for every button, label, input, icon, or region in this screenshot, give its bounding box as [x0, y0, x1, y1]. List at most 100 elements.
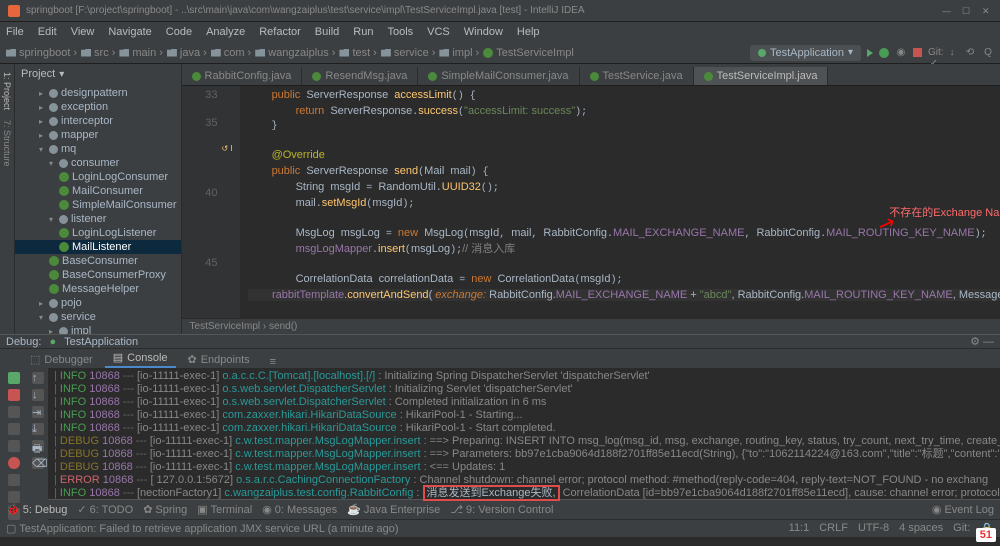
tree-item[interactable]: BaseConsumerProxy [15, 268, 181, 282]
status-git[interactable]: Git: [953, 522, 970, 535]
console-down-icon[interactable]: ↓ [32, 389, 44, 401]
breadcrumb-item[interactable]: test › [339, 47, 376, 59]
close-button[interactable]: ✕ [982, 6, 992, 16]
console-pause-icon[interactable] [8, 406, 20, 418]
breadcrumb-item[interactable]: impl › [439, 47, 479, 59]
tree-item[interactable]: ▾listener [15, 212, 181, 226]
tab-console[interactable]: ▤ Console [105, 349, 176, 368]
menu-view[interactable]: View [71, 26, 95, 38]
settings-icon[interactable]: ⚙ — [970, 335, 994, 348]
console-bp-icon[interactable] [8, 457, 20, 469]
tree-item[interactable]: BaseConsumer [15, 254, 181, 268]
bottom-tab-spring[interactable]: ✿ Spring [143, 503, 187, 516]
editor-tab-active[interactable]: TestServiceImpl.java [694, 67, 829, 85]
menu-edit[interactable]: Edit [38, 26, 57, 38]
console-mute-icon[interactable] [8, 440, 20, 452]
tree-item[interactable]: MailConsumer [15, 184, 181, 198]
tab-endpoints[interactable]: ✿ Endpoints [180, 351, 258, 368]
bottom-tab-vcs[interactable]: ⎇ 9: Version Control [450, 503, 553, 516]
tree-item[interactable]: ▾mq [15, 142, 181, 156]
console-camera-icon[interactable] [8, 474, 20, 486]
bottom-tab-javaent[interactable]: ☕ Java Enterprise [347, 503, 440, 516]
editor-breadcrumb[interactable]: TestServiceImpl › send() [182, 318, 1000, 334]
menu-build[interactable]: Build [315, 26, 339, 38]
console-scroll-icon[interactable]: ⤓ [32, 423, 44, 435]
package-icon [49, 131, 58, 140]
tree-item[interactable]: ▸interceptor [15, 114, 181, 128]
package-icon [49, 145, 58, 154]
maximize-button[interactable]: ☐ [962, 6, 972, 16]
console-print-icon[interactable]: 🖶 [32, 440, 44, 452]
tree-item[interactable]: MessageHelper [15, 282, 181, 296]
history-icon[interactable]: ⟲ [964, 47, 976, 59]
menu-tools[interactable]: Tools [387, 26, 413, 38]
tree-item[interactable]: ▸designpattern [15, 86, 181, 100]
menu-help[interactable]: Help [517, 26, 540, 38]
tree-item[interactable]: ▾consumer [15, 156, 181, 170]
status-crlf[interactable]: CRLF [819, 522, 848, 535]
menu-file[interactable]: File [6, 26, 24, 38]
menu-window[interactable]: Window [464, 26, 503, 38]
console-wrap-icon[interactable]: ⇥ [32, 406, 44, 418]
tree-item[interactable]: ▸pojo [15, 296, 181, 310]
bottom-tab-eventlog[interactable]: ◉ Event Log [932, 503, 994, 516]
console-rerun-icon[interactable] [8, 372, 20, 384]
debug-run-icon[interactable] [879, 48, 889, 58]
console-stop-icon[interactable] [8, 389, 20, 401]
menu-analyze[interactable]: Analyze [206, 26, 245, 38]
tree-item[interactable]: ▾service [15, 310, 181, 324]
breadcrumb: springboot › src › main › java › com › w… [6, 47, 574, 59]
bottom-tab-messages[interactable]: ◉ 0: Messages [262, 503, 337, 516]
git-icon[interactable]: Git: ✓ [928, 47, 940, 59]
project-tree[interactable]: ▸designpattern ▸exception ▸interceptor ▸… [15, 84, 181, 334]
menu-run[interactable]: Run [353, 26, 373, 38]
editor-tab[interactable]: RabbitConfig.java [182, 67, 303, 85]
console-step-icon[interactable] [8, 423, 20, 435]
tree-item[interactable]: SimpleMailConsumer [15, 198, 181, 212]
bottom-tab-debug[interactable]: 🐞 5: Debug [6, 503, 67, 516]
console-clear-icon[interactable]: ⌫ [32, 457, 44, 469]
update-icon[interactable]: ↓ [946, 47, 958, 59]
sidebar-project[interactable]: 1: Project [0, 68, 14, 114]
console-layout-icon[interactable] [8, 491, 20, 503]
status-indent[interactable]: 4 spaces [899, 522, 943, 535]
tree-item[interactable]: ▸exception [15, 100, 181, 114]
breadcrumb-item[interactable]: springboot › [6, 47, 77, 59]
menu-refactor[interactable]: Refactor [259, 26, 301, 38]
menu-code[interactable]: Code [166, 26, 192, 38]
tree-item[interactable]: LoginLogConsumer [15, 170, 181, 184]
run-icon[interactable] [867, 49, 873, 57]
breadcrumb-item[interactable]: service › [381, 47, 436, 59]
console-up-icon[interactable]: ↑ [32, 372, 44, 384]
tree-item[interactable]: ▸mapper [15, 128, 181, 142]
breadcrumb-item[interactable]: TestServiceImpl [483, 47, 574, 59]
tree-item[interactable]: LoginLogListener [15, 226, 181, 240]
status-message: TestApplication: Failed to retrieve appl… [19, 523, 398, 535]
tab-debugger[interactable]: ⬚ Debugger [22, 351, 101, 368]
editor-tab[interactable]: ResendMsg.java [302, 67, 418, 85]
console-output[interactable]: | INFO 10868 --- [io-11111-exec-1] o.a.c… [48, 368, 1000, 520]
editor-tab[interactable]: TestService.java [580, 67, 694, 85]
breadcrumb-item[interactable]: java › [167, 47, 207, 59]
status-encoding[interactable]: UTF-8 [858, 522, 889, 535]
status-position[interactable]: 11:1 [789, 522, 810, 535]
breadcrumb-item[interactable]: main › [119, 47, 163, 59]
bottom-tab-terminal[interactable]: ▣ Terminal [197, 503, 252, 516]
breadcrumb-item[interactable]: src › [81, 47, 115, 59]
run-configuration[interactable]: TestApplication ▾ [750, 45, 861, 61]
class-icon [59, 228, 69, 238]
breadcrumb-item[interactable]: wangzaiplus › [255, 47, 335, 59]
sidebar-structure[interactable]: 7: Structure [0, 116, 14, 171]
code-editor[interactable]: 33 35 40 45 ↺ I public ServerResponse ac… [182, 86, 1000, 318]
stop-icon[interactable] [913, 48, 922, 57]
search-icon[interactable]: Q [982, 47, 994, 59]
menu-navigate[interactable]: Navigate [108, 26, 151, 38]
tree-item-selected[interactable]: MailListener [15, 240, 181, 254]
bottom-tab-todo[interactable]: ✓ 6: TODO [77, 503, 133, 516]
breadcrumb-item[interactable]: com › [211, 47, 251, 59]
menu-vcs[interactable]: VCS [427, 26, 450, 38]
tree-item[interactable]: ▸impl [15, 324, 181, 334]
minimize-button[interactable]: — [942, 6, 952, 16]
editor-tab[interactable]: SimpleMailConsumer.java [418, 67, 579, 85]
coverage-icon[interactable]: ◉ [895, 47, 907, 59]
